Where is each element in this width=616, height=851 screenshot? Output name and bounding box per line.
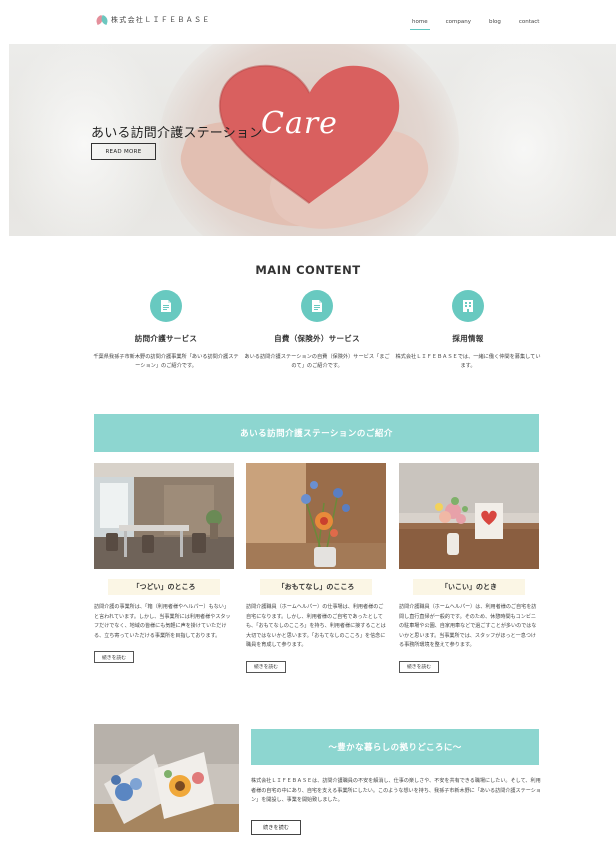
service-recruit[interactable]: 採用情報 株式会社ＬＩＦＥＢＡＳＥでは、一緒に働く仲間を募集しています。 <box>393 290 543 371</box>
card-label: 「つどい」のところ <box>108 579 220 595</box>
card-text: 訪問介護職員（ホームヘルパー）は、利用者様のご自宅を訪問し直行直帰が一般的です。… <box>399 604 537 648</box>
card-omotenashi: 「おもてなし」のこころ 訪問介護職員（ホームヘルパー）の仕事場は、利用者様のご自… <box>246 463 386 673</box>
intro-band-title: あいる訪問介護ステーションのご紹介 <box>240 429 393 439</box>
read-more-button[interactable]: READ MORE <box>91 143 156 160</box>
card-tsudoi: 「つどい」のところ 訪問介護の事業所は、「箱（利用者様やヘルパー）もない」と言わ… <box>94 463 234 663</box>
card-ikoi: 「いこい」のとき 訪問介護職員（ホームヘルパー）は、利用者様のご自宅を訪問し直行… <box>399 463 539 673</box>
flower-photo <box>246 463 386 569</box>
service-icon-circle <box>150 290 182 322</box>
document-icon <box>161 300 171 312</box>
nav-company[interactable]: company <box>446 19 471 25</box>
read-more-button[interactable]: 続きを読む <box>251 820 301 835</box>
philosophy-band: 〜豊かな暮らしの拠りどころに〜 <box>251 729 539 765</box>
bouquet-image <box>94 724 239 832</box>
building-icon <box>463 300 473 312</box>
philosophy-text: 株式会社ＬＩＦＥＢＡＳＥは、訪問介護職員の不安を解消し、仕事の楽しさや、不安を共… <box>251 778 541 803</box>
read-more-button[interactable]: 続きを読む <box>246 660 286 673</box>
service-desc: 株式会社ＬＩＦＥＢＡＳＥでは、一緒に働く仲間を募集しています。 <box>395 354 541 369</box>
card-label: 「いこい」のとき <box>413 579 525 595</box>
service-title: 自費（保険外）サービス <box>274 334 360 343</box>
hero-banner: あいる訪問介護ステーション Care READ MORE <box>9 44 616 236</box>
logo-text: 株式会社ＬＩＦＥＢＡＳＥ <box>111 16 211 24</box>
intro-band: あいる訪問介護ステーションのご紹介 <box>94 414 539 452</box>
nav-home[interactable]: home <box>410 19 430 30</box>
main-nav: home company blog contact <box>410 19 557 30</box>
nav-blog[interactable]: blog <box>489 19 501 25</box>
service-home-care[interactable]: 訪問介護サービス 千葉県我孫子市新木野の訪問介護事業所「あいる訪問介護ステーショ… <box>91 290 241 371</box>
office-photo <box>94 463 234 569</box>
bouquet-photo <box>94 724 239 832</box>
nav-contact[interactable]: contact <box>519 19 540 25</box>
main-content-title: MAIN CONTENT <box>255 263 361 277</box>
table-photo <box>399 463 539 569</box>
philosophy-band-title: 〜豊かな暮らしの拠りどころに〜 <box>328 743 462 753</box>
card-text: 訪問介護職員（ホームヘルパー）の仕事場は、利用者様のご自宅になります。しかし、利… <box>246 604 386 648</box>
site-header: 株式会社ＬＩＦＥＢＡＳＥ home company blog contact <box>0 0 616 44</box>
service-icon-circle <box>301 290 333 322</box>
flowers-table-image <box>399 463 539 569</box>
office-interior-image <box>94 463 234 569</box>
service-icon-circle <box>452 290 484 322</box>
read-more-button[interactable]: 続きを読む <box>94 651 134 663</box>
service-private[interactable]: 自費（保険外）サービス あいる訪問介護ステーションの自費（保険外）サービス「まご… <box>242 290 392 371</box>
service-title: 訪問介護サービス <box>134 334 198 343</box>
service-title: 採用情報 <box>452 334 484 343</box>
card-text: 訪問介護の事業所は、「箱（利用者様やヘルパー）もない」と言われています。しかし、… <box>94 604 231 639</box>
service-desc: あいる訪問介護ステーションの自費（保険外）サービス「まごのて」のご紹介です。 <box>244 354 390 369</box>
hero-script: Care <box>261 106 338 141</box>
read-more-button[interactable]: 続きを読む <box>399 660 439 673</box>
card-label: 「おもてなし」のこころ <box>260 579 372 595</box>
leaf-logo-icon <box>94 15 110 25</box>
flowers-vase-image <box>246 463 386 569</box>
hero-title: あいる訪問介護ステーション <box>91 126 263 141</box>
logo[interactable]: 株式会社ＬＩＦＥＢＡＳＥ <box>94 15 211 25</box>
service-desc: 千葉県我孫子市新木野の訪問介護事業所「あいる訪問介護ステーション」のご紹介です。 <box>93 354 239 369</box>
document-icon <box>312 300 322 312</box>
